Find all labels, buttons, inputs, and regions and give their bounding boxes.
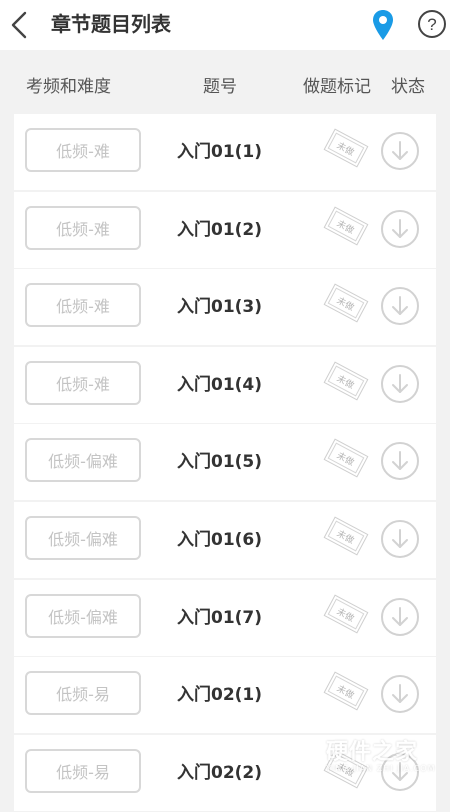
question-row[interactable]: 低频-偏难 入门01(7) 未做 [14, 579, 436, 656]
column-frequency: 考频和难度 [26, 77, 111, 97]
stamp-label: 未做 [327, 675, 365, 707]
download-icon [381, 132, 419, 170]
location-button[interactable] [369, 8, 397, 42]
chevron-left-icon [11, 11, 27, 39]
question-row[interactable]: 低频-难 入门01(1) 未做 [14, 114, 436, 190]
question-row[interactable]: 低频-难 入门01(4) 未做 [14, 346, 436, 423]
question-row[interactable]: 低频-难 入门01(3) 未做 [14, 269, 436, 346]
download-icon [381, 519, 419, 558]
frequency-tag: 低频-难 [25, 205, 141, 250]
not-done-stamp: 未做 [323, 128, 369, 168]
stamp-label: 未做 [327, 365, 365, 397]
column-headers: 考频和难度 题号 做题标记 状态 [0, 58, 450, 110]
download-icon [381, 675, 419, 714]
stamp-label: 未做 [327, 210, 365, 242]
question-row[interactable]: 低频-易 入门02(1) 未做 [14, 657, 436, 734]
app-header: 章节题目列表 ? [0, 0, 450, 50]
question-number: 入门02(1) [177, 685, 263, 706]
question-row[interactable]: 低频-难 入门01(2) 未做 [14, 191, 436, 268]
download-button[interactable] [380, 364, 420, 404]
column-question: 题号 [203, 77, 237, 97]
stamp-label: 未做 [327, 753, 365, 785]
frequency-tag: 低频-偏难 [25, 438, 141, 483]
download-button[interactable] [380, 441, 420, 481]
question-list: 低频-难 入门01(1) 未做 低频-难 入门01(2) 未做 低频-难 入门0… [14, 114, 436, 812]
column-mark: 做题标记 [303, 77, 371, 97]
not-done-stamp: 未做 [323, 516, 369, 556]
question-number: 入门01(4) [177, 374, 263, 395]
location-pin-icon [373, 10, 393, 40]
question-number: 入门01(6) [177, 529, 263, 550]
frequency-tag: 低频-难 [25, 360, 141, 405]
stamp-label: 未做 [327, 520, 365, 552]
frequency-tag: 低频-偏难 [25, 593, 141, 638]
stamp-label: 未做 [327, 442, 365, 474]
frequency-tag: 低频-易 [25, 748, 141, 793]
question-number: 入门01(7) [177, 607, 263, 628]
frequency-tag: 低频-偏难 [25, 515, 141, 560]
help-button[interactable]: ? [416, 8, 448, 40]
not-done-stamp: 未做 [323, 594, 369, 634]
stamp-label: 未做 [327, 598, 365, 630]
download-button[interactable] [380, 597, 420, 637]
stamp-label: 未做 [327, 132, 365, 164]
question-row[interactable]: 低频-偏难 入门01(5) 未做 [14, 424, 436, 501]
not-done-stamp: 未做 [323, 749, 369, 789]
download-button[interactable] [380, 286, 420, 326]
help-symbol: ? [427, 15, 436, 34]
download-icon [381, 209, 419, 248]
not-done-stamp: 未做 [323, 361, 369, 401]
frequency-tag: 低频-难 [25, 128, 141, 172]
question-number: 入门01(3) [177, 297, 263, 318]
download-icon [381, 364, 419, 403]
download-button[interactable] [380, 131, 420, 171]
download-icon [381, 752, 419, 791]
download-icon [381, 597, 419, 636]
question-number: 入门01(1) [177, 142, 263, 162]
download-button[interactable] [380, 519, 420, 559]
download-icon [381, 287, 419, 326]
not-done-stamp: 未做 [323, 671, 369, 711]
question-number: 入门01(5) [177, 452, 263, 473]
download-icon [381, 442, 419, 481]
frequency-tag: 低频-难 [25, 283, 141, 328]
not-done-stamp: 未做 [323, 206, 369, 246]
page-title: 章节题目列表 [51, 12, 171, 36]
download-button[interactable] [380, 752, 420, 792]
help-circle-icon: ? [418, 10, 446, 38]
back-button[interactable] [2, 6, 36, 44]
stamp-label: 未做 [327, 287, 365, 319]
question-number: 入门01(2) [177, 219, 263, 240]
question-number: 入门02(2) [177, 762, 263, 783]
frequency-tag: 低频-易 [25, 671, 141, 716]
download-button[interactable] [380, 209, 420, 249]
column-status: 状态 [391, 77, 425, 97]
download-button[interactable] [380, 674, 420, 714]
not-done-stamp: 未做 [323, 283, 369, 323]
question-row[interactable]: 低频-易 入门02(2) 未做 [14, 734, 436, 811]
question-row[interactable]: 低频-偏难 入门01(6) 未做 [14, 501, 436, 578]
not-done-stamp: 未做 [323, 438, 369, 478]
